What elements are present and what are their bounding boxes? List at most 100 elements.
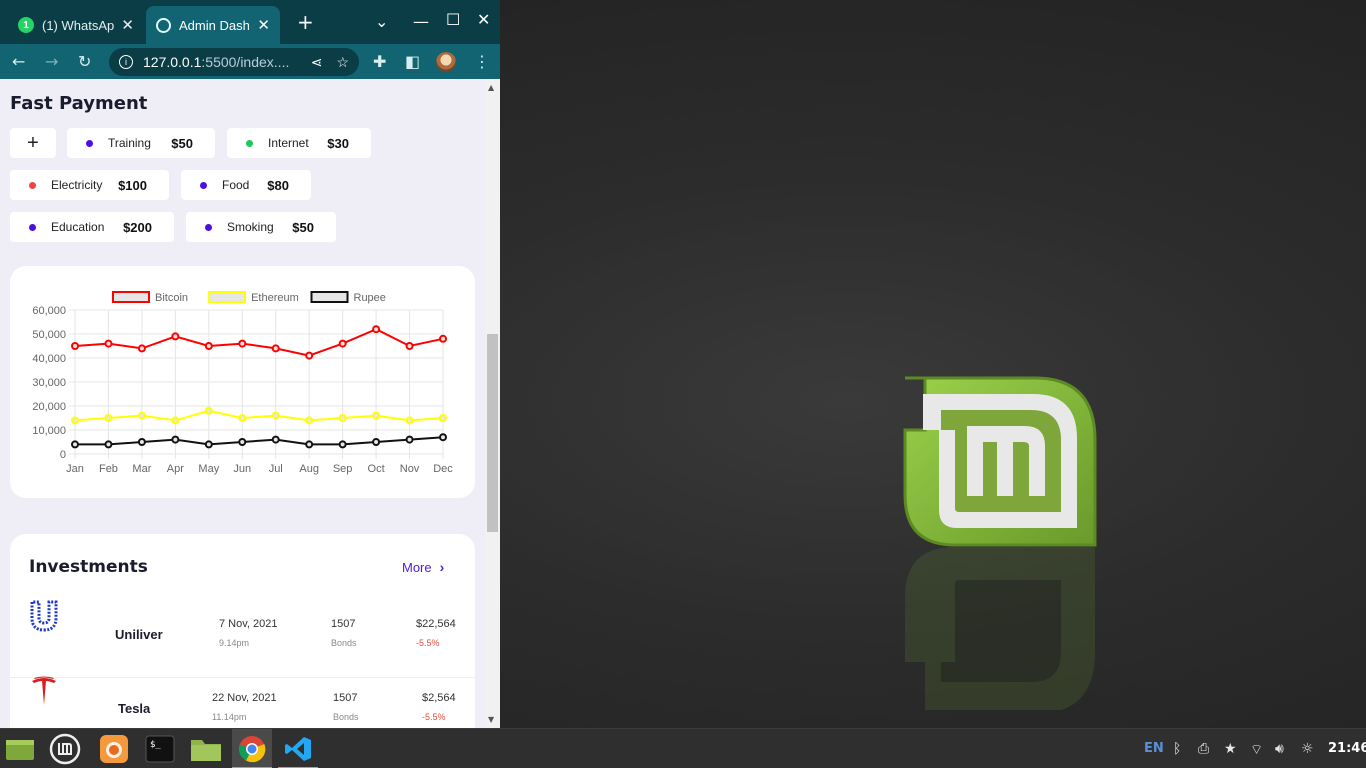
legend-swatch	[112, 291, 150, 303]
data-point	[271, 344, 280, 353]
files-folder-icon[interactable]	[190, 733, 222, 765]
more-link[interactable]: More ›	[402, 559, 444, 575]
data-point	[405, 342, 414, 350]
site-info-icon[interactable]: i	[119, 55, 133, 69]
menu-kebab-icon[interactable]: ⋮	[474, 52, 490, 71]
investment-quantity: 1507	[333, 692, 358, 704]
x-tick-label: Dec	[433, 463, 453, 475]
data-point	[104, 339, 113, 348]
brightness-icon[interactable]: ☼	[1301, 741, 1314, 757]
keyboard-layout-indicator[interactable]: EN	[1144, 741, 1164, 756]
data-point	[204, 406, 213, 415]
minimize-icon[interactable]: —	[413, 12, 429, 31]
y-tick-label: 40,000	[32, 353, 66, 365]
close-window-icon[interactable]: ✕	[477, 10, 490, 29]
data-point	[338, 440, 347, 449]
back-icon[interactable]: ←	[12, 52, 25, 71]
payment-chip-food[interactable]: Food $80	[181, 170, 311, 200]
payment-chip-smoking[interactable]: Smoking $50	[186, 212, 336, 242]
data-point	[271, 411, 280, 420]
payment-chip-internet[interactable]: Internet $30	[227, 128, 371, 158]
payment-chip-education[interactable]: Education $200	[10, 212, 174, 242]
data-point	[204, 440, 213, 449]
tab-strip: 1 (1) WhatsAp ✕ Admin Dash ✕ + ⌄ — ☐ ✕	[0, 0, 500, 44]
add-payment-button[interactable]: +	[10, 128, 56, 158]
payment-label: Electricity	[51, 178, 103, 192]
y-tick-label: 30,000	[32, 377, 66, 389]
data-point	[305, 416, 314, 425]
vscode-icon[interactable]	[282, 733, 314, 765]
tab-search-chevron-icon[interactable]: ⌄	[375, 12, 388, 31]
payment-chip-electricity[interactable]: Electricity $100	[10, 170, 169, 200]
status-dot	[29, 181, 36, 189]
data-point	[405, 435, 414, 444]
data-point	[171, 435, 180, 444]
clock[interactable]: 21:46	[1328, 741, 1366, 756]
investment-time: 9.14pm	[219, 638, 250, 648]
profile-avatar[interactable]	[436, 52, 456, 72]
crypto-line-chart-card: 0 10,000 20,000 30,000 40,000 50,000 60,000 Jan…	[10, 266, 475, 498]
investment-type: Bonds	[331, 638, 357, 648]
series-line	[75, 436, 444, 446]
payment-label: Smoking	[227, 220, 274, 234]
wifi-icon[interactable]: ⌔	[1250, 741, 1263, 759]
share-icon[interactable]: ⋖	[311, 54, 323, 71]
status-dot	[205, 223, 212, 231]
tab-whatsapp[interactable]: 1 (1) WhatsAp ✕	[8, 6, 144, 44]
printer-icon[interactable]: ⎙	[1198, 741, 1209, 757]
investments-title: Investments	[29, 557, 148, 577]
tab-admin-dashboard[interactable]: Admin Dash ✕	[146, 6, 280, 44]
x-tick-label: Sep	[333, 463, 353, 475]
maximize-icon[interactable]: ☐	[446, 10, 460, 29]
tesla-logo	[32, 676, 56, 705]
new-tab-button[interactable]: +	[297, 10, 314, 34]
scroll-down-arrow-icon[interactable]: ▼	[488, 715, 494, 724]
close-tab-icon[interactable]: ✕	[121, 16, 134, 34]
scroll-thumb[interactable]	[487, 334, 498, 532]
side-panel-icon[interactable]: ◧	[405, 52, 420, 71]
globe-icon	[156, 17, 171, 33]
mint-menu-icon[interactable]	[49, 733, 81, 765]
y-tick-label: 10,000	[32, 425, 66, 437]
data-point	[238, 414, 247, 422]
payment-amount: $30	[327, 135, 349, 151]
investment-row[interactable]: Uniliver 7 Nov, 2021 9.14pm 1507 Bonds $…	[10, 594, 475, 668]
extensions-puzzle-icon[interactable]: ✚	[373, 52, 386, 71]
chrome-icon[interactable]	[236, 733, 268, 765]
legend-label: Bitcoin	[155, 292, 188, 304]
browser-toolbar: ← → ↻ i 127.0.0.1:5500/index.... ⋖ ☆ ✚ ◧…	[0, 44, 500, 79]
x-tick-label: Apr	[167, 463, 184, 475]
data-point	[271, 435, 280, 444]
favorites-star-icon[interactable]: ★	[1224, 741, 1237, 757]
payment-label: Food	[222, 178, 250, 192]
tab-title: (1) WhatsAp	[42, 17, 115, 33]
investment-row[interactable]: Tesla 22 Nov, 2021 11.14pm 1507 Bonds $2…	[10, 668, 475, 728]
page-scrollbar[interactable]: ▲ ▼	[485, 79, 500, 728]
volume-icon[interactable]: 🔊︎	[1275, 741, 1284, 757]
payment-amount: $200	[123, 219, 152, 235]
reload-icon[interactable]: ↻	[78, 52, 91, 71]
bluetooth-icon[interactable]: ᛒ	[1173, 741, 1181, 757]
investment-name: Uniliver	[115, 627, 163, 642]
data-point	[372, 411, 381, 420]
show-desktop-icon[interactable]	[4, 733, 36, 765]
scroll-up-arrow-icon[interactable]: ▲	[488, 83, 494, 92]
url-path: :5500/index....	[201, 54, 290, 70]
payment-chip-training[interactable]: Training $50	[67, 128, 215, 158]
taskbar: $_ EN ᛒ ⎙ ★ ⌔ 🔊︎ ☼ 21:46	[0, 728, 1366, 768]
terminal-icon[interactable]: $_	[144, 733, 176, 765]
address-bar[interactable]: i 127.0.0.1:5500/index.... ⋖ ☆	[109, 48, 359, 76]
investment-date: 22 Nov, 2021	[212, 692, 277, 704]
data-point	[71, 416, 79, 425]
close-tab-icon[interactable]: ✕	[257, 16, 270, 34]
payment-amount: $50	[171, 135, 193, 151]
line-chart: 0 10,000 20,000 30,000 40,000 50,000 60,000 Jan…	[32, 291, 453, 475]
investment-change: -5.5%	[416, 638, 440, 648]
bookmark-star-icon[interactable]: ☆	[336, 54, 349, 71]
x-tick-label: Jan	[66, 463, 84, 475]
fast-payment-title: Fast Payment	[10, 93, 148, 114]
firefox-icon[interactable]	[98, 733, 130, 765]
svg-text:$_: $_	[150, 740, 161, 750]
forward-icon[interactable]: →	[45, 52, 58, 71]
payment-amount: $50	[292, 219, 314, 235]
